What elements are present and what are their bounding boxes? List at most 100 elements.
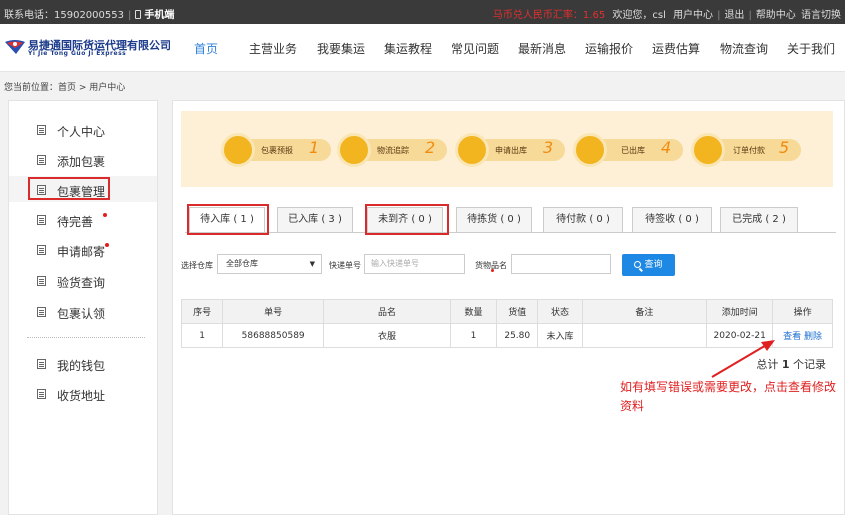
user-center-link[interactable]: 用户中心 [673,10,713,21]
step-label: 包裹预报 [261,146,293,155]
sidebar-divider [27,337,145,338]
sidebar-item-label: 申请邮寄 [57,245,106,259]
notification-dot [103,213,107,217]
tab-stored[interactable]: 已入库 ( 3 ) [277,207,353,233]
shipped-box-icon [573,133,607,167]
sidebar-item-label: 包裹认领 [57,307,106,321]
search-button[interactable]: 查询 [622,254,675,276]
table-row: 1 58688850589 衣服 1 25.80 未入库 2020-02-21 … [180,323,833,348]
map-icon [337,133,371,167]
package-table: 序号 单号 品名 数量 货值 状态 备注 添加时间 操作 1 586888505… [180,299,833,348]
total-suffix: 个记录 [793,358,826,371]
step-label: 申请出库 [495,146,527,155]
logout-link[interactable]: 退出 [724,10,744,21]
sidebar-item-label: 验货查询 [57,276,106,290]
nav-faq[interactable]: 常见问题 [451,40,499,57]
warehouse-icon [455,133,489,167]
step-number: 1 [309,138,320,157]
nav-tracking[interactable]: 物流查询 [720,40,768,57]
document-icon [37,215,46,225]
nav-main-business[interactable]: 主营业务 [249,40,297,57]
sidebar-item-label: 我的钱包 [57,359,106,373]
document-icon [37,125,46,135]
sidebar-item-label: 待完善 [57,215,94,229]
document-icon [37,276,46,286]
step-label: 订单付款 [733,146,765,155]
nav-news[interactable]: 最新消息 [518,40,566,57]
tab-completed[interactable]: 已完成 ( 2 ) [720,207,798,233]
col-header: 货值 [496,299,539,324]
table-header-row: 序号 单号 品名 数量 货值 状态 备注 添加时间 操作 [180,299,833,324]
step-number: 2 [425,138,436,157]
topbar-right: 马币兑人民币汇率：1.65 欢迎您，csl 用户中心 | 退出 | 帮助中心 语言切换 [492,10,841,21]
col-header: 状态 [537,299,583,324]
required-dot [491,269,494,272]
view-link[interactable]: 查看 [783,332,801,342]
top-bar: 联系电话：15902000553 | 手机端 马币兑人民币汇率：1.65 欢迎您，c… [0,0,845,24]
document-icon [37,155,46,165]
warehouse-label: 选择仓库 [181,261,213,270]
package-box-icon [221,133,255,167]
document-icon [37,359,46,369]
step-label: 物流追踪 [377,146,409,155]
cell-actions: 查看 删除 [772,323,833,348]
cell-qty: 1 [449,323,498,348]
cell-note [581,323,708,348]
col-header: 单号 [222,299,325,324]
col-header: 序号 [180,299,224,324]
mobile-link[interactable]: 手机端 [144,10,174,21]
nav-quote[interactable]: 运输报价 [585,40,633,57]
document-icon [37,389,46,399]
cell-date: 2020-02-21 [706,323,774,348]
sidebar: 个人中心 添加包裹 包裹管理 待完善 申请邮寄 验货查询 包裹认领 我的钱包 收… [8,100,158,515]
col-header: 数量 [449,299,498,324]
tab-pending-payment[interactable]: 待付款 ( 0 ) [543,207,623,233]
total-prefix: 总计 [756,358,779,371]
tracking-label: 快递单号 [329,261,361,270]
chevron-down-icon: ▼ [309,260,315,268]
document-icon [37,245,46,255]
nav-consolidation[interactable]: 我要集运 [317,40,365,57]
highlight-box-sidebar [28,177,110,200]
language-switch[interactable]: 语言切换 [801,10,841,21]
mobile-phone-icon [135,10,142,19]
logo-en-text: Yi Jie Tong Guo Ji Express [28,50,127,57]
step-number: 5 [779,138,790,157]
highlight-box-tab1 [187,204,269,235]
nav-estimate[interactable]: 运费估算 [652,40,700,57]
sidebar-item-label: 个人中心 [57,125,106,139]
help-link[interactable]: 帮助中心 [756,10,796,21]
document-icon [37,307,46,317]
cell-name: 衣服 [323,323,451,348]
site-header: 易捷通国际货运代理有限公司 Yi Jie Tong Guo Ji Express… [0,24,845,72]
sidebar-item-label: 收货地址 [57,389,106,403]
nav-about[interactable]: 关于我们 [787,40,835,57]
col-header: 备注 [581,299,708,324]
tracking-input[interactable]: 输入快递单号 [364,254,465,274]
exchange-rate: 马币兑人民币汇率：1.65 [492,10,606,21]
sidebar-item-label: 添加包裹 [57,155,106,169]
topbar-left: 联系电话：15902000553 | 手机端 [4,10,175,21]
tab-pending-receipt[interactable]: 待签收 ( 0 ) [632,207,712,233]
warehouse-select[interactable]: 全部仓库 ▼ [217,254,322,274]
highlight-box-tab3 [365,204,449,235]
cell-order: 58688850589 [222,323,325,348]
delete-link[interactable]: 删除 [804,332,822,342]
contact-phone: 联系电话：15902000553 [4,10,124,21]
total-number: 1 [781,358,790,371]
goods-input[interactable] [511,254,611,274]
logo[interactable]: 易捷通国际货运代理有限公司 Yi Jie Tong Guo Ji Express [4,37,171,61]
col-header: 品名 [323,299,451,324]
tab-picking[interactable]: 待拣货 ( 0 ) [456,207,532,233]
total-count: 总计 1 个记录 [756,356,826,372]
col-header: 添加时间 [706,299,774,324]
annotation-note: 如有填写错误或需要更改，点击查看修改资料 [620,380,837,413]
nav-tutorial[interactable]: 集运教程 [384,40,432,57]
logo-icon [5,40,25,54]
money-bag-icon [691,133,725,167]
nav-home[interactable]: 首页 [194,40,218,57]
breadcrumb: 您当前位置：首页 > 用户中心 [4,83,126,93]
notification-dot [105,243,109,247]
search-button-label: 查询 [644,260,663,270]
step-number: 4 [661,138,672,157]
